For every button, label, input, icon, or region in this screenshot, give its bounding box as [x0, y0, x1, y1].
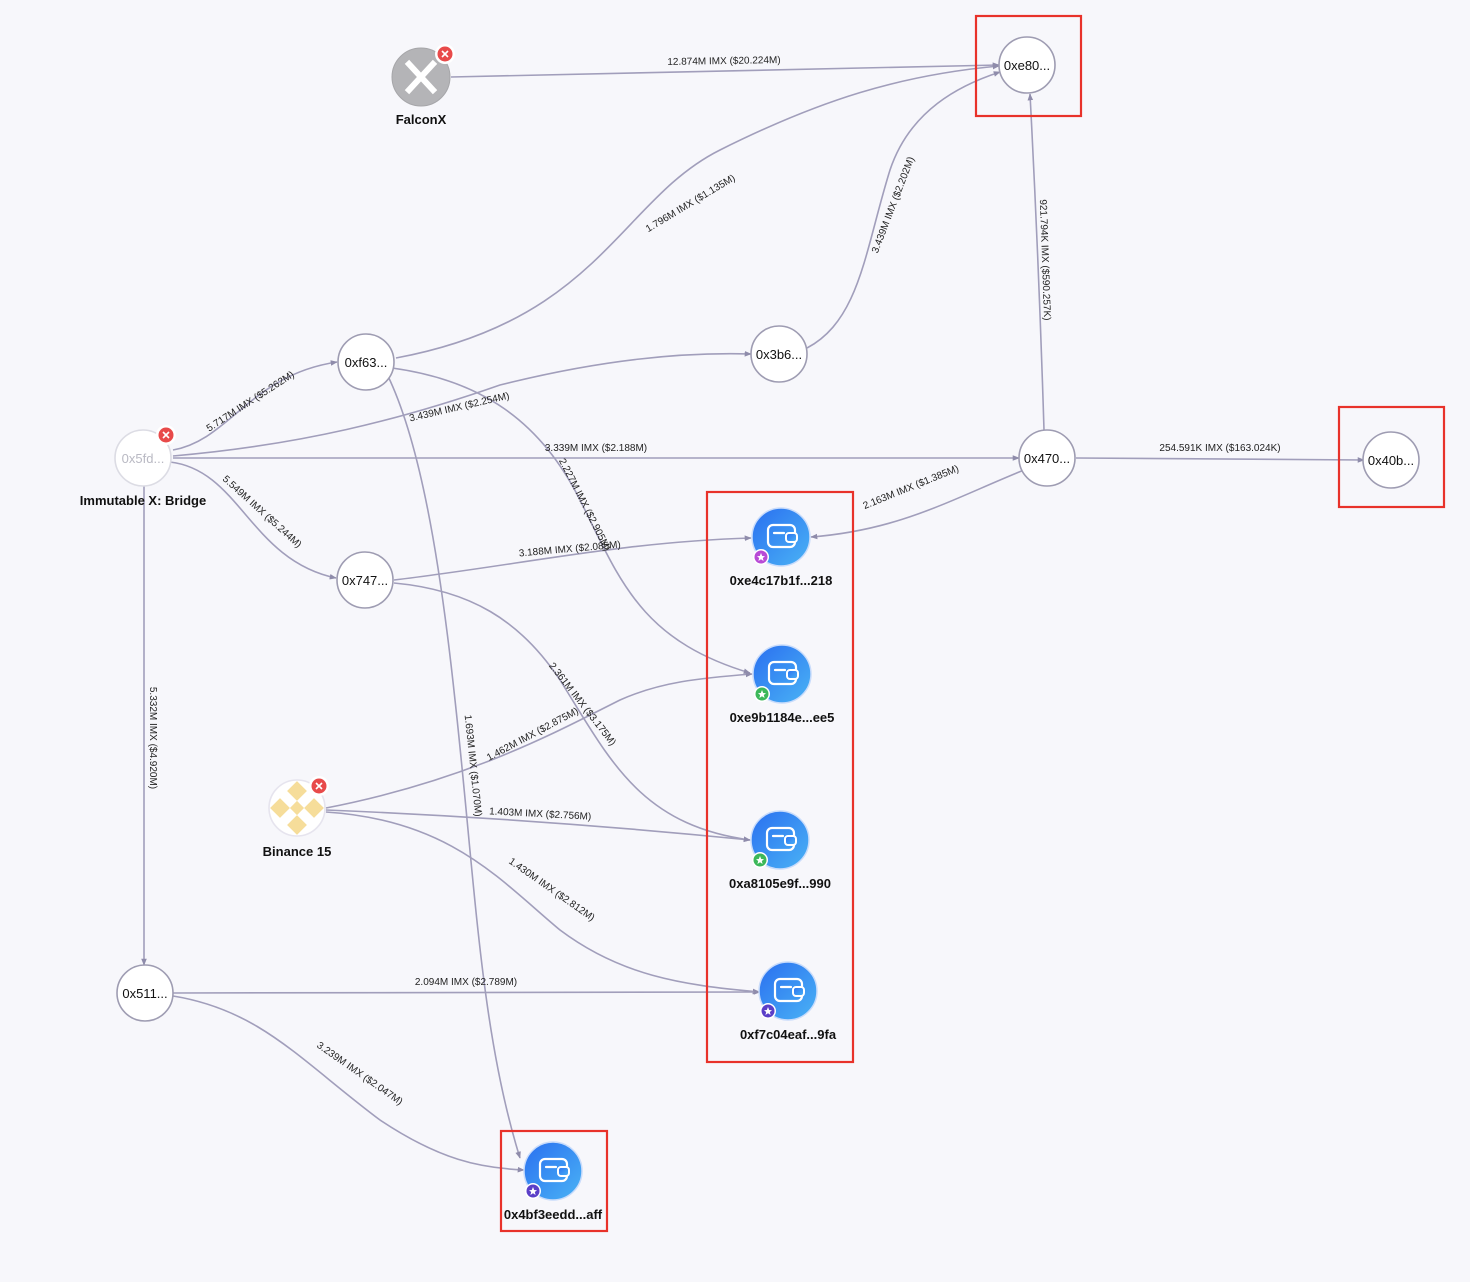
node-text-0x747: 0x747...	[342, 573, 388, 588]
edge-label-0xf63-to-0xe9b: 2.227M IMX ($2.905M)	[556, 457, 612, 553]
highlight-layer	[499, 14, 1446, 1233]
edge-0xf63-to-0x4bf[interactable]	[385, 371, 521, 1159]
edge-binance-to-0xe9b[interactable]	[325, 671, 753, 809]
node-0x3b6[interactable]: 0x3b6...	[750, 325, 808, 383]
edge-label-falconx-to-0xe80: 12.874M IMX ($20.224M)	[667, 55, 781, 68]
node-label-wallet-0xe9b: 0xe9b1184e...ee5	[730, 710, 835, 725]
edge-label-0x511-to-0x4bf: 3.239M IMX ($2.047M)	[314, 1040, 404, 1108]
node-text-0xe80: 0xe80...	[1004, 58, 1050, 73]
node-0xf63[interactable]: 0xf63...	[337, 333, 395, 391]
edges-layer	[141, 62, 1365, 1173]
edge-label-0xf63-to-0xe80: 1.796M IMX ($1.135M)	[644, 173, 737, 235]
edge-label-0x747-to-0xe4c: 3.188M IMX ($2.085M)	[518, 540, 621, 560]
node-text-0x40b: 0x40b...	[1368, 453, 1414, 468]
node-label-wallet-0xf7c: 0xf7c04eaf...9fa	[740, 1027, 837, 1042]
node-text-0xf63: 0xf63...	[345, 355, 388, 370]
node-wallet-0xf7c04eaf[interactable]: 0xf7c04eaf...9fa	[740, 961, 837, 1042]
edge-label-0x747-to-0xa81: 2.361M IMX ($3.175M)	[546, 661, 618, 748]
node-label-wallet-0x4bf: 0x4bf3eedd...aff	[504, 1207, 603, 1222]
node-0x747[interactable]: 0x747...	[336, 551, 394, 609]
edge-label-0x3b6-to-0xe80: 3.439M IMX ($2.202M)	[870, 155, 917, 254]
node-falconx[interactable]: FalconX	[391, 44, 455, 127]
edge-label-0x511-to-0xf7c: 2.094M IMX ($2.789M)	[415, 977, 517, 988]
star-badge-icon	[525, 1183, 541, 1199]
edge-0x470-to-0x40b[interactable]	[1075, 457, 1365, 463]
node-text-0x5fd: 0x5fd...	[122, 451, 165, 466]
node-text-0x470: 0x470...	[1024, 451, 1070, 466]
node-wallet-0xe4c17b1f[interactable]: 0xe4c17b1f...218	[730, 507, 833, 588]
edge-label-bridge-to-0x470: 3.339M IMX ($2.188M)	[545, 443, 647, 454]
edge-0x511-to-0xf7c[interactable]	[172, 989, 761, 995]
edge-label-bridge-to-0x747: 5.549M IMX ($5.244M)	[220, 474, 303, 551]
star-badge-icon	[752, 852, 768, 868]
node-binance-15[interactable]: Binance 15	[263, 776, 332, 859]
edge-label-bridge-to-0x511: 5.332M IMX ($4.920M)	[147, 687, 158, 789]
edge-0x3b6-to-0xe80[interactable]	[806, 71, 1001, 349]
node-label-falconx: FalconX	[396, 112, 447, 127]
transaction-flow-graph[interactable]: 12.874M IMX ($20.224M) 1.796M IMX ($1.13…	[0, 0, 1470, 1282]
remove-badge-binance[interactable]	[309, 776, 329, 796]
edge-label-binance-to-0xe9b: 1.462M IMX ($2.875M)	[485, 706, 580, 764]
edge-label-0x470-to-0x40b: 254.591K IMX ($163.024K)	[1159, 443, 1280, 454]
edge-label-binance-to-0xf7c: 1.430M IMX ($2.812M)	[506, 856, 596, 924]
edge-label-bridge-to-0x3b6: 3.439M IMX ($2.254M)	[408, 391, 510, 425]
edge-binance-to-0xf7c[interactable]	[325, 811, 760, 995]
edge-bridge-to-0x747[interactable]	[169, 461, 337, 580]
node-wallet-0xa8105e9f[interactable]: 0xa8105e9f...990	[729, 810, 831, 891]
remove-badge-falconx[interactable]	[435, 44, 455, 64]
node-label-binance: Binance 15	[263, 844, 332, 859]
node-text-0x511: 0x511...	[122, 986, 167, 1001]
star-badge-icon	[753, 549, 769, 565]
edge-label-0x470-to-0xe4c: 2.163M IMX ($1.385M)	[862, 463, 961, 512]
node-0xe80[interactable]: 0xe80...	[998, 36, 1056, 94]
node-0x511[interactable]: 0x511...	[116, 964, 174, 1022]
node-0x470[interactable]: 0x470...	[1018, 429, 1076, 487]
edge-labels-layer: 12.874M IMX ($20.224M) 1.796M IMX ($1.13…	[147, 55, 1281, 1108]
edge-0xf63-to-0xe80[interactable]	[395, 63, 1000, 359]
node-0x40b[interactable]: 0x40b...	[1362, 431, 1420, 489]
edge-0x511-to-0x4bf[interactable]	[172, 995, 525, 1173]
node-label-bridge: Immutable X: Bridge	[80, 493, 206, 508]
node-text-0x3b6: 0x3b6...	[756, 347, 802, 362]
star-badge-icon	[760, 1003, 776, 1019]
node-label-wallet-0xa81: 0xa8105e9f...990	[729, 876, 831, 891]
star-badge-icon	[754, 686, 770, 702]
remove-badge-bridge[interactable]	[156, 425, 176, 445]
edge-label-bridge-to-0xf63: 5.717M IMX ($5.262M)	[205, 369, 297, 434]
node-wallet-0xe9b1184e[interactable]: 0xe9b1184e...ee5	[730, 644, 835, 725]
node-label-wallet-0xe4c: 0xe4c17b1f...218	[730, 573, 833, 588]
